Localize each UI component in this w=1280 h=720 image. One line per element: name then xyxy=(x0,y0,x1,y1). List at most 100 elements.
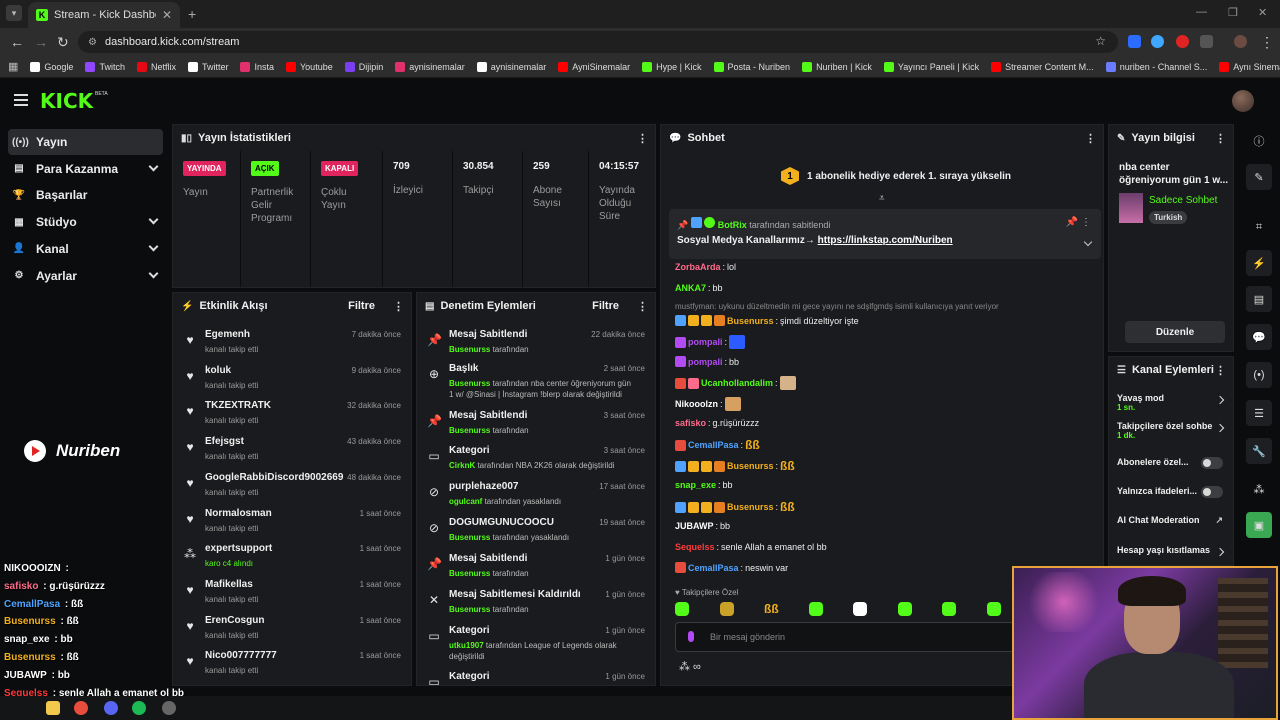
chat-message[interactable]: safisko: g.rüşürüzzz xyxy=(675,418,759,428)
browser-menu-icon[interactable]: ⋮ xyxy=(1260,34,1274,51)
moderation-item[interactable]: 📌 Mesaj Sabitlendi Busenurss tarafından 3 s… xyxy=(417,406,655,442)
new-tab-icon[interactable]: + xyxy=(188,6,196,22)
layers-icon[interactable]: ☰ xyxy=(1246,400,1272,426)
chat-username[interactable]: Busenurss xyxy=(727,461,774,471)
subs-only-row[interactable]: Abonelere özel... xyxy=(1117,457,1229,469)
slow-mode-row[interactable]: Yavaş mod 1 sn. xyxy=(1117,393,1229,412)
bookmark-item[interactable]: Youtube xyxy=(286,61,333,72)
sidebar-item-4[interactable]: 👤 Kanal xyxy=(8,236,163,262)
extension-red-icon[interactable] xyxy=(1176,35,1189,48)
moderation-item[interactable]: ▭ Kategori 1 gün önce xyxy=(417,667,655,685)
chat-username[interactable]: pompali xyxy=(688,337,723,347)
chat-message[interactable]: JUBAWP: bb xyxy=(675,521,730,531)
emotes-only-toggle[interactable] xyxy=(1201,486,1223,498)
bookmark-item[interactable]: Streamer Content M... xyxy=(991,61,1094,72)
activity-item[interactable]: ♥ TKZEXTRATK kanalı takip etti 32 dakika ön… xyxy=(173,396,411,432)
bookmark-item[interactable]: AyniSinemalar xyxy=(558,61,630,72)
chat-message[interactable]: Ucanhollandalim: xyxy=(675,376,798,390)
chat-username[interactable]: Sequelss xyxy=(675,542,715,552)
activity-item[interactable]: ♥ Efejsgst kanalı takip etti 43 dakika önce xyxy=(173,432,411,468)
apps-grid-icon[interactable]: ▦ xyxy=(8,60,18,73)
gift-sub-banner[interactable]: 1 1 abonelik hediye ederek 1. sıraya yük… xyxy=(781,167,1011,185)
moderation-item[interactable]: ▭ Kategori CirknK tarafından NBA 2K26 olar… xyxy=(417,441,655,477)
site-info-icon[interactable]: ⚙ xyxy=(88,37,97,48)
bookmark-item[interactable]: Posta - Nuriben xyxy=(713,61,790,72)
chat-message[interactable]: Busenurss: şimdi düzeltiyor işte xyxy=(675,315,859,326)
bookmark-item[interactable]: Hype | Kick xyxy=(642,61,702,72)
age-restriction-row[interactable]: Hesap yaşı kısıtlamas xyxy=(1117,545,1229,557)
tab-list-icon[interactable]: ▾ xyxy=(6,5,22,21)
chat-message[interactable]: CemallPasa: ßß xyxy=(675,438,760,452)
chat-username[interactable]: Nikooolzn xyxy=(675,399,718,409)
chat-username[interactable]: ANKA7 xyxy=(675,283,706,293)
chat-username[interactable]: safisko xyxy=(675,418,706,428)
url-input[interactable]: ⚙ dashboard.kick.com/stream ☆ xyxy=(78,31,1118,53)
sidebar-item-1[interactable]: ▤ Para Kazanma xyxy=(8,156,163,182)
bookmark-item[interactable]: aynisinemalar xyxy=(476,61,546,72)
chrome-icon[interactable] xyxy=(74,701,88,715)
moderation-item[interactable]: 📌 Mesaj Sabitlendi Busenurss tarafından 1 g… xyxy=(417,549,655,585)
bookmark-item[interactable]: nuriben - Channel S... xyxy=(1105,61,1207,72)
more-options-icon[interactable]: ⋮ xyxy=(1215,132,1226,145)
more-options-icon[interactable]: ⋮ xyxy=(1085,132,1096,145)
followers-only-row[interactable]: Takipçilere özel sohbe 1 dk. xyxy=(1117,421,1229,440)
sidebar-item-5[interactable]: ⚙ Ayarlar xyxy=(8,263,163,289)
moderation-item[interactable]: ✕ Mesaj Sabitlemesi Kaldırıldı Busenurss t… xyxy=(417,585,655,621)
file-explorer-icon[interactable] xyxy=(46,701,60,715)
unpin-icon[interactable]: 📌 ⋮ xyxy=(1066,217,1091,228)
pinned-message[interactable]: 📌 BotRix tarafından sabitlendi Sosyal Me… xyxy=(669,209,1101,259)
obs-icon[interactable] xyxy=(162,701,176,715)
chat-username[interactable]: CemallPasa xyxy=(688,440,739,450)
chat-message[interactable]: Sequelss: senle Allah a emanet ol bb xyxy=(675,542,827,552)
expand-chevron-icon[interactable] xyxy=(1083,237,1093,247)
sidebar-item-3[interactable]: ▦ Stüdyo xyxy=(8,209,163,235)
subs-only-toggle[interactable] xyxy=(1201,457,1223,469)
chat-message[interactable]: CemallPasa: neswin var xyxy=(675,562,788,573)
minimize-icon[interactable]: — xyxy=(1196,6,1207,18)
collapse-icon[interactable]: ⩡ xyxy=(879,193,885,204)
bookmark-item[interactable]: Aynı Sinemalar - Ça... xyxy=(1219,61,1280,72)
chat-message[interactable]: Nikooolzn: xyxy=(675,397,743,411)
bookmark-item[interactable]: Google xyxy=(30,61,73,72)
chat-message[interactable]: pompali: xyxy=(675,335,747,349)
chat-username[interactable]: Ucanhollandalim xyxy=(701,378,773,388)
moderation-item[interactable]: ⊕ Başlık Busenurss tarafından nba center ö… xyxy=(417,359,655,405)
reload-icon[interactable]: ↻ xyxy=(57,34,69,51)
filter-button[interactable]: Filtre xyxy=(592,300,619,312)
back-icon[interactable]: ← xyxy=(10,34,24,50)
extension-shield-icon[interactable] xyxy=(1128,35,1141,48)
nodes-icon[interactable]: ⁂ xyxy=(1246,476,1272,502)
chat-message[interactable]: ANKA7: bb xyxy=(675,283,723,293)
bookmark-item[interactable]: Insta xyxy=(240,61,274,72)
edit-icon[interactable]: ✎ xyxy=(1246,164,1272,190)
sidebar-item-2[interactable]: 🏆 Başarılar xyxy=(8,182,163,208)
more-options-icon[interactable]: ⋮ xyxy=(637,300,648,313)
more-options-icon[interactable]: ⋮ xyxy=(1215,364,1226,377)
emote-icon[interactable] xyxy=(986,602,1001,616)
pinned-link[interactable]: https://linkstap.com/Nuriben xyxy=(818,235,953,246)
chat-message-input[interactable]: Bir mesaj gönderin xyxy=(675,622,1015,652)
emote-icon[interactable] xyxy=(808,602,823,616)
chat-username[interactable]: pompali xyxy=(688,357,723,367)
bookmark-item[interactable]: aynisinemalar xyxy=(395,61,465,72)
wrench-icon[interactable]: 🔧 xyxy=(1246,438,1272,464)
extensions-puzzle-icon[interactable] xyxy=(1200,35,1213,48)
activity-item[interactable]: ♥ ErenCosgun kanalı takip etti 1 saat önce xyxy=(173,611,411,647)
activity-item[interactable]: ♥ Egemenh kanalı takip etti 7 dakika önce xyxy=(173,325,411,361)
chat-username[interactable]: ZorbaArda xyxy=(675,262,721,272)
chat-message[interactable]: pompali: bb xyxy=(675,356,739,367)
forward-icon[interactable]: → xyxy=(34,34,48,50)
chat-username[interactable]: JUBAWP xyxy=(675,521,714,531)
lightning-icon[interactable]: ⚡ xyxy=(1246,250,1272,276)
emote-icon[interactable] xyxy=(942,602,956,616)
emote-icon[interactable] xyxy=(719,602,734,616)
emotes-only-row[interactable]: Yalnızca ifadeleri... xyxy=(1117,486,1229,498)
emote-icon[interactable] xyxy=(675,602,689,616)
bookmark-item[interactable]: Netflix xyxy=(136,61,176,72)
infinity-icon[interactable]: ⁂ ∞ xyxy=(679,660,701,673)
app-icon[interactable]: ▣ xyxy=(1246,512,1272,538)
chat-message[interactable]: Busenurss: ßß xyxy=(675,500,795,514)
emote-icon[interactable] xyxy=(853,602,867,616)
chat-username[interactable]: snap_exe xyxy=(675,480,716,490)
extension-globe-icon[interactable] xyxy=(1151,35,1164,48)
